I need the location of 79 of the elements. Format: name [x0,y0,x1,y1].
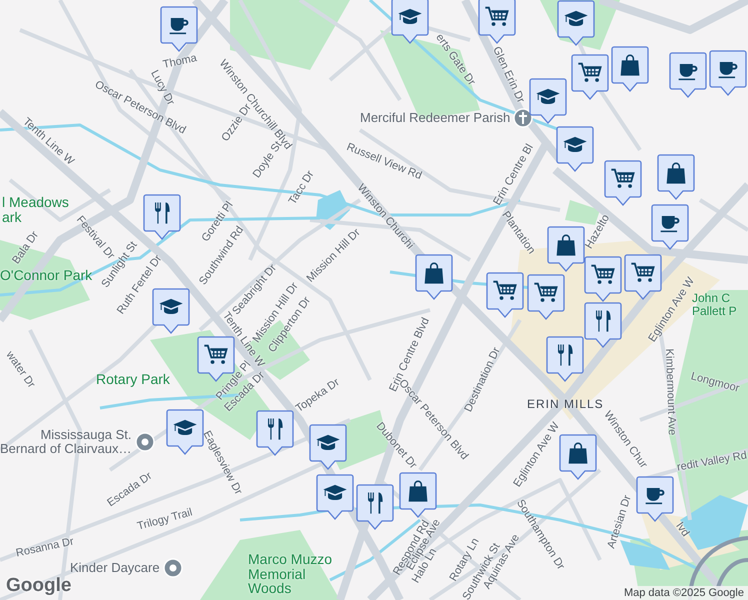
map-marker[interactable] [636,476,674,522]
street-label: redit Valley Rd [676,450,748,474]
shopping-cart-icon [534,282,558,302]
fork-knife-icon [558,344,573,366]
map-marker[interactable] [556,126,594,172]
street-label: Rosanna Dr [15,536,75,560]
coffee-cup-icon [660,216,680,232]
park-label: Rotary Park [96,372,170,387]
street-label: Thoma [162,53,198,71]
map-marker[interactable] [529,78,567,124]
street-label: Glen Erin Dr [490,45,526,105]
shopping-bag-icon [620,54,640,76]
shopping-bag-icon [556,234,576,256]
coffee-cup-icon [718,62,738,78]
graduation-cap-icon [563,136,587,152]
fork-knife-icon [368,492,383,514]
place-label: Merciful Redeemer Parish [360,111,510,125]
area-label: ERIN MILLS [527,397,604,411]
map-marker[interactable] [709,50,747,96]
map-marker[interactable] [316,474,354,520]
shopping-bag-icon [568,442,588,464]
shopping-bag-icon [424,262,444,284]
map-marker[interactable] [486,272,524,318]
graduation-cap-icon [316,434,340,450]
graduation-cap-icon [536,88,560,104]
shopping-bag-icon [408,480,428,502]
shopping-cart-icon [631,262,655,282]
map-marker[interactable] [160,6,198,52]
fork-knife-icon [268,418,283,440]
graduation-cap-icon [323,484,347,500]
park-label: Marco Muzzo Memorial Woods [248,552,332,596]
park-label: O'Connor Park [0,268,92,283]
map-marker[interactable] [143,194,181,240]
place-pin-icon[interactable] [162,558,183,578]
coffee-cup-icon [678,64,698,80]
place-label: Mississauga St. Bernard of Clairvaux… [0,428,132,456]
map-marker[interactable] [391,0,429,44]
map-marker[interactable] [651,204,689,250]
map-marker[interactable] [669,52,707,98]
cross-pin-icon[interactable] [513,108,534,128]
fork-knife-icon [155,202,170,224]
shopping-bag-icon [666,162,686,184]
street-label: Trilogy Trail [136,507,194,533]
map-marker[interactable] [309,424,347,470]
graduation-cap-icon [159,298,183,314]
street-label: Artesian Dr [606,494,634,550]
graduation-cap-icon [173,420,197,436]
map-marker[interactable] [166,409,204,455]
map-marker[interactable] [571,54,609,100]
map-marker[interactable] [557,0,595,46]
park-label: l Meadows ark [2,195,69,224]
park-label: John C Pallett P [692,292,737,318]
map-marker[interactable] [657,154,695,200]
shopping-cart-icon [204,344,228,364]
map-marker[interactable] [559,434,597,480]
map-marker[interactable] [256,410,294,456]
map-marker[interactable] [356,484,394,530]
place-label: Kinder Daycare [70,561,160,575]
map-marker[interactable] [152,288,190,334]
street-label: Lucy Dr [148,68,176,108]
graduation-cap-icon [398,8,422,24]
fork-knife-icon [596,310,611,332]
shopping-cart-icon [578,62,602,82]
google-logo[interactable]: Google [6,575,72,597]
shopping-cart-icon [611,168,635,188]
map-marker[interactable] [399,472,437,518]
coffee-cup-icon [646,488,664,504]
graduation-cap-icon [564,10,588,26]
map-marker[interactable] [415,254,453,300]
shopping-cart-icon [591,264,615,284]
shopping-cart-icon [485,6,509,26]
street-label: Kimbermount Ave [663,348,677,436]
shopping-cart-icon [493,280,517,300]
map-marker[interactable] [478,0,516,44]
street-label: lvd [673,521,691,539]
coffee-cup-icon [170,18,188,34]
map-marker[interactable] [604,160,642,206]
map-marker[interactable] [611,46,649,92]
place-pin-icon[interactable] [134,432,154,452]
